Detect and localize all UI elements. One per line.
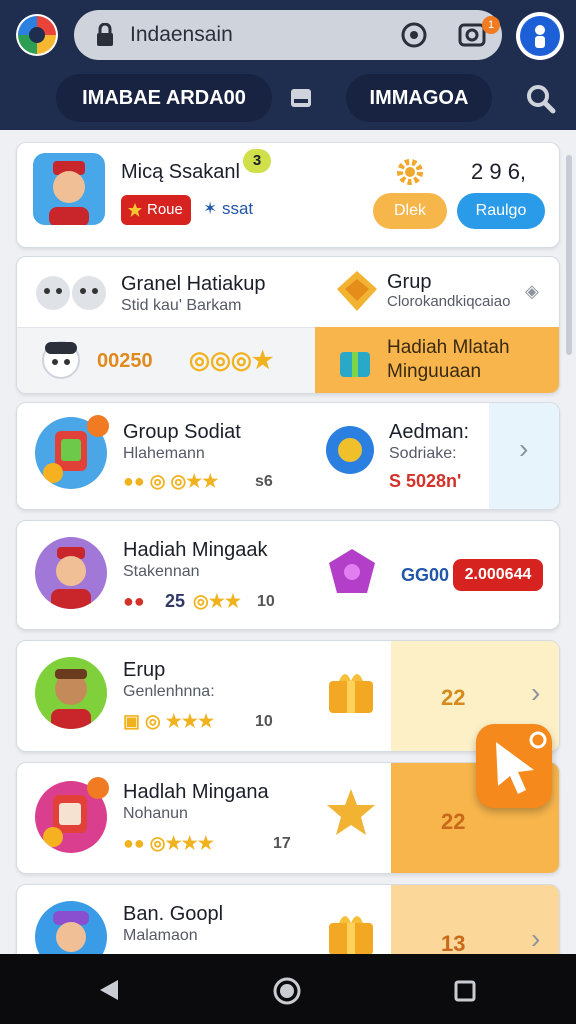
gift-box-icon — [340, 352, 370, 377]
floating-action-button[interactable] — [476, 724, 552, 808]
back-icon[interactable] — [96, 978, 120, 1002]
emoji-row: ◎◎◎★ — [189, 347, 274, 374]
stats-strip: 00250 ◎◎◎★ — [17, 327, 315, 393]
home-icon[interactable] — [272, 976, 302, 1006]
gear-icon[interactable] — [395, 157, 425, 187]
recents-icon[interactable] — [454, 980, 476, 1002]
notification-badge: 1 — [482, 16, 500, 34]
tab-right[interactable]: IMMAGOA — [346, 74, 492, 122]
app-logo-icon[interactable] — [14, 12, 60, 58]
rating-stars: ▣ ◎ ★★★ — [123, 711, 215, 731]
gear-badge-icon — [326, 426, 374, 474]
scrollbar[interactable] — [566, 155, 572, 355]
item-count: 22 — [441, 809, 466, 834]
item-title: Ban. Goopl — [123, 903, 224, 925]
rating-count: 17 — [273, 835, 291, 852]
secondary-button[interactable]: Dlek — [373, 193, 447, 229]
chevron-right-icon[interactable]: › — [519, 433, 528, 465]
mascot-icon — [42, 341, 80, 379]
item-title: Erup — [123, 659, 166, 681]
cloud-characters-icon — [36, 276, 106, 310]
status-label: ✶ ssat — [203, 199, 254, 218]
chevron-right-icon[interactable]: › — [531, 923, 540, 955]
level-dot — [87, 415, 109, 437]
item-right-subtitle: Sodriake: — [389, 445, 457, 462]
list-item[interactable]: Hadiah Mingaak Stakennan ●● 25 ◎★★ 10 GG… — [16, 520, 560, 630]
counter-value: 2 9 6, — [471, 159, 527, 184]
summary-panel: Granel Hatiakup Stid kau' Barkam Grup Cl… — [16, 256, 560, 394]
item-subtitle: Nohanun — [123, 805, 188, 822]
gift-box-icon — [329, 674, 373, 713]
level-badge: 3 — [243, 149, 271, 173]
role-chip: Roue — [121, 195, 191, 225]
rating-stars: ●● ◎★★★ — [123, 833, 214, 853]
avatar — [35, 657, 107, 729]
mini-icons: ●● — [123, 591, 145, 611]
lock-icon — [97, 23, 113, 46]
item-subtitle: Genlenhnna: — [123, 683, 215, 700]
gift-box-icon — [329, 916, 373, 955]
coins-value: 00250 — [97, 350, 153, 372]
rating-stars: ◎★★ — [193, 591, 241, 611]
system-nav-bar — [0, 954, 576, 1024]
weekly-reward-banner[interactable]: Hadiah Mlatah Minguuaan — [315, 327, 559, 393]
item-title: Group Sodiat — [123, 421, 241, 443]
panel-left-title: Granel Hatiakup — [121, 273, 266, 295]
list-item[interactable]: Group Sodiat Hlahemann ●● ◎ ◎★★ s6 Aedma… — [16, 402, 560, 510]
diamond-icon[interactable]: ◈ — [525, 281, 539, 302]
item-stat: 25 — [165, 591, 186, 611]
rating-count: 10 — [257, 593, 275, 610]
avatar — [35, 537, 107, 609]
search-icon[interactable] — [526, 84, 556, 114]
profile-name: Micą Ssakanl — [121, 161, 240, 183]
banner-line-1: Hadiah Mlatah — [387, 337, 510, 358]
role-label: Roue — [147, 201, 183, 218]
item-right-value: S 5028n' — [389, 471, 462, 491]
item-title: Hadiah Mingaak — [123, 539, 268, 561]
profile-card[interactable]: Micą Ssakanl 3 Roue ✶ ssat 2 9 6, Dlek R… — [16, 142, 560, 248]
profile-icon — [535, 25, 545, 48]
item-subtitle: Stakennan — [123, 563, 200, 580]
panel-right-title: Grup — [387, 271, 432, 293]
value-badge: 2.000644 — [453, 559, 543, 591]
item-right-label: GG00 — [401, 565, 450, 585]
profile-button[interactable] — [516, 12, 564, 60]
item-right-title: Aedman: — [389, 421, 470, 443]
rating-count: 10 — [255, 713, 273, 730]
tab-left[interactable]: IMABAE ARDA00 — [56, 74, 272, 122]
level-dot — [87, 777, 109, 799]
star-icon — [128, 203, 142, 217]
row-action-area[interactable]: › — [489, 403, 559, 509]
rating-stars: ●● ◎ ◎★★ — [123, 471, 219, 491]
gem-bow-icon — [329, 549, 375, 593]
treasure-box-icon — [337, 271, 377, 311]
cursor-icon — [496, 731, 547, 794]
address-bar[interactable]: Indaensain 1 — [74, 10, 502, 60]
camera-icon[interactable] — [400, 22, 428, 48]
panel-left-subtitle: Stid kau' Barkam — [121, 297, 242, 314]
avatar — [33, 153, 105, 225]
banner-line-2: Minguuaan — [387, 361, 482, 382]
panel-right-subtitle: Clorokandkiqcaiao — [387, 293, 511, 310]
chevron-right-icon[interactable]: › — [531, 677, 540, 709]
app-header: Indaensain 1 IMABAE ARDA00 IMMAGOA — [0, 0, 576, 130]
item-subtitle: Malamaon — [123, 927, 198, 944]
url-text[interactable]: Indaensain — [130, 23, 233, 47]
item-subtitle: Hlahemann — [123, 445, 205, 462]
star-badge-icon — [327, 789, 375, 835]
item-count: 22 — [441, 685, 466, 710]
inbox-icon[interactable] — [290, 88, 312, 108]
item-title: Hadlah Mingana — [123, 781, 269, 803]
primary-button[interactable]: Raulgo — [457, 193, 545, 229]
rating-count: s6 — [255, 473, 273, 490]
